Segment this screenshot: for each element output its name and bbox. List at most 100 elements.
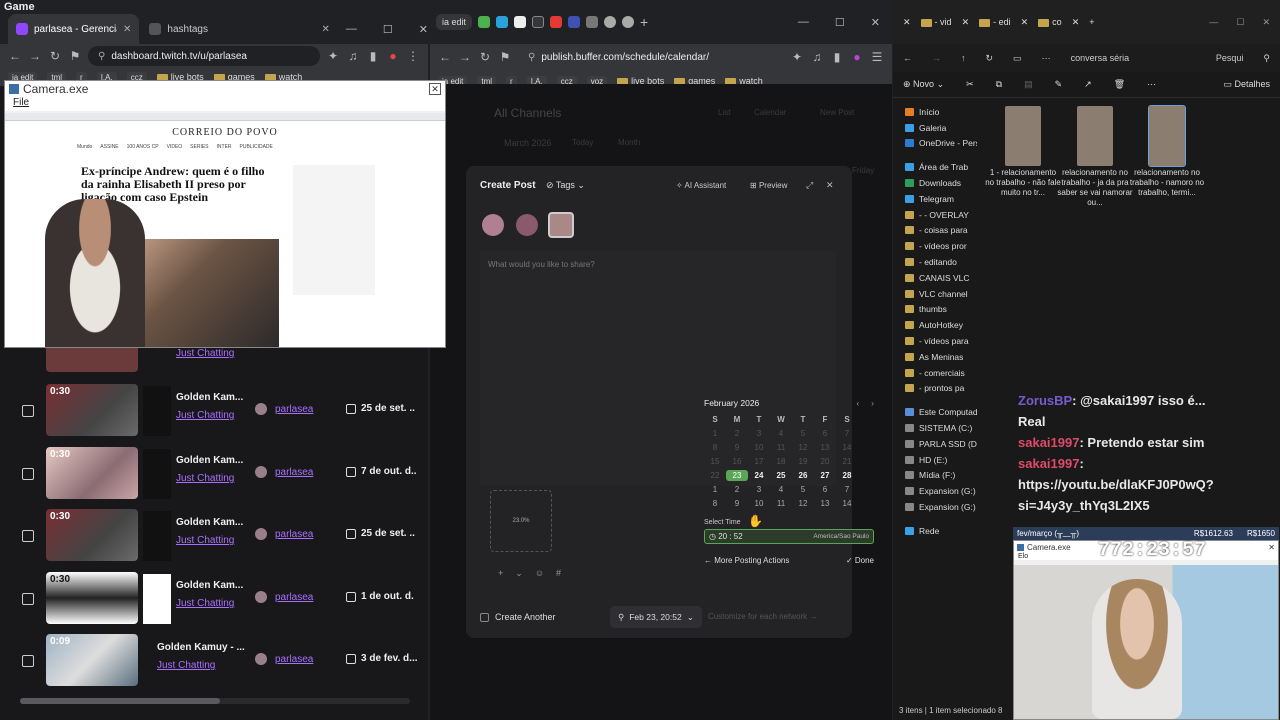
sidebar-item[interactable]: Rede xyxy=(905,523,977,539)
calendar-day[interactable]: 13 xyxy=(814,498,836,509)
sidebar-item[interactable]: Downloads xyxy=(905,175,977,191)
sidebar-item[interactable]: As Meninas xyxy=(905,349,977,365)
calendar-day[interactable]: 26 xyxy=(792,470,814,481)
channel-avatar-instagram[interactable] xyxy=(482,214,504,236)
video-user[interactable]: parlasea xyxy=(255,591,313,603)
video-title[interactable]: Golden Kam... xyxy=(176,580,243,591)
tab-favicon[interactable] xyxy=(514,16,527,28)
add-icon[interactable]: + xyxy=(498,568,503,579)
video-thumbnail[interactable]: 0:30 xyxy=(46,509,138,561)
tab-hashtags[interactable]: hashtags ✕ xyxy=(141,14,338,44)
calendar-day[interactable]: 7 xyxy=(836,484,858,495)
calendar-day[interactable]: 3 xyxy=(748,484,770,495)
today-button[interactable]: Today xyxy=(572,138,593,147)
video-title[interactable]: Golden Kam... xyxy=(176,455,243,466)
close-icon[interactable]: ✕ xyxy=(1268,543,1275,552)
more-icon[interactable]: ⋯ xyxy=(1147,79,1156,90)
horizontal-scrollbar[interactable] xyxy=(20,698,410,704)
calendar-day[interactable]: 12 xyxy=(792,498,814,509)
close-window-icon[interactable]: ✕ xyxy=(419,23,428,36)
video-thumbnail[interactable]: 0:30 xyxy=(46,447,138,499)
create-another-toggle[interactable]: Create Another xyxy=(480,612,556,622)
back-icon[interactable]: ← xyxy=(903,53,912,63)
sidebar-item[interactable]: Área de Trab xyxy=(905,159,977,175)
sidebar-item[interactable]: - comerciais xyxy=(905,365,977,381)
video-title[interactable]: Golden Kam... xyxy=(176,392,243,403)
music-icon[interactable]: ♫ xyxy=(346,49,360,63)
expand-icon[interactable]: ⤢ xyxy=(806,180,813,191)
copy-icon[interactable]: ⧉ xyxy=(996,79,1002,90)
customize-networks-button[interactable]: Customize for each network → xyxy=(708,612,817,621)
close-icon[interactable]: ✕ xyxy=(962,17,970,28)
refresh-icon[interactable]: ↻ xyxy=(986,53,994,64)
tab-group-ia-edit[interactable]: ia edit xyxy=(436,14,473,30)
tab-favicon[interactable] xyxy=(622,16,635,28)
video-user[interactable]: parlasea xyxy=(255,653,313,665)
maximize-icon[interactable]: ☐ xyxy=(835,16,845,29)
close-icon[interactable]: ✕ xyxy=(123,24,131,35)
tab-parlasea-dashboard[interactable]: parlasea - Gerenciador de c ✕ xyxy=(8,14,140,44)
video-category-link[interactable]: Just Chatting xyxy=(176,410,234,421)
close-icon[interactable]: ✕ xyxy=(1072,17,1080,28)
reload-icon[interactable]: ↻ xyxy=(478,50,492,64)
close-icon[interactable]: ✕ xyxy=(1021,17,1029,28)
tags-button[interactable]: ⊘ Tags ⌄ xyxy=(546,180,585,191)
video-thumbnail[interactable]: 0:30 xyxy=(46,572,138,624)
sidebar-item[interactable]: VLC channel xyxy=(905,286,977,302)
forward-icon[interactable]: → xyxy=(458,50,472,64)
file-name[interactable]: relacionamento no trabalho - ja da pra s… xyxy=(1057,168,1133,208)
calendar-day[interactable]: 10 xyxy=(748,498,770,509)
sidepanel-icon[interactable]: ▮ xyxy=(366,49,380,63)
video-thumbnail[interactable]: 0:09 xyxy=(46,634,138,686)
new-button[interactable]: ⊕ Novo ⌄ xyxy=(903,79,944,90)
calendar-day[interactable]: 5 xyxy=(792,484,814,495)
sidebar-item[interactable]: OneDrive - Pers xyxy=(905,136,977,152)
tab-favicon-youtube[interactable] xyxy=(550,16,563,28)
explorer-tab[interactable]: - edi xyxy=(979,17,1011,27)
display-icon[interactable]: ▭ xyxy=(1013,53,1022,64)
list-view-button[interactable]: List xyxy=(718,108,730,117)
create-another-checkbox[interactable] xyxy=(480,612,489,622)
search-input[interactable]: Pesqui xyxy=(1216,53,1244,63)
month-select[interactable]: Month xyxy=(618,138,640,147)
sidebar-item[interactable]: AutoHotkey xyxy=(905,317,977,333)
sidebar-item[interactable]: - vídeos pror xyxy=(905,238,977,254)
file-menu[interactable]: File xyxy=(5,97,445,111)
tab-favicon[interactable] xyxy=(604,16,617,28)
search-icon[interactable]: ⚲ xyxy=(1263,53,1270,64)
sidebar-item[interactable]: - - OVERLAY xyxy=(905,207,977,223)
schedule-chip[interactable]: ⚲ Feb 23, 20:52 ⌄ xyxy=(610,606,702,628)
video-checkbox[interactable] xyxy=(22,405,34,417)
calendar-day[interactable]: 24 xyxy=(748,470,770,481)
back-icon[interactable]: ← xyxy=(8,49,22,63)
close-icon[interactable]: ✕ xyxy=(826,180,834,191)
close-window-icon[interactable]: ✕ xyxy=(871,16,880,29)
maximize-icon[interactable]: ☐ xyxy=(1236,17,1244,28)
channel-avatar-tiktok[interactable] xyxy=(548,212,574,238)
menu-icon[interactable]: ⋮ xyxy=(406,49,420,63)
next-month-icon[interactable]: › xyxy=(871,398,874,408)
details-button[interactable]: ▭ Detalhes xyxy=(1223,79,1270,90)
calendar-day[interactable]: 8 xyxy=(704,498,726,509)
video-checkbox[interactable] xyxy=(22,655,34,667)
forward-icon[interactable]: → xyxy=(932,53,941,63)
back-icon[interactable]: ← xyxy=(438,50,452,64)
tab-favicon[interactable] xyxy=(586,16,599,28)
forward-icon[interactable]: → xyxy=(28,49,42,63)
minimize-icon[interactable]: — xyxy=(1209,17,1218,28)
file-name[interactable]: 1 - relacionamento no trabalho - não fal… xyxy=(985,168,1061,198)
minimize-icon[interactable]: — xyxy=(798,16,809,29)
video-category-link[interactable]: Just Chatting xyxy=(176,535,234,546)
explorer-tab-active[interactable]: co xyxy=(1038,17,1062,27)
close-icon[interactable]: ✕ xyxy=(429,83,441,95)
time-input[interactable]: ◷ 20 : 52 America/Sao Paulo xyxy=(704,529,874,544)
sidebar-item[interactable]: Expansion (G:) xyxy=(905,499,977,515)
file-thumbnail[interactable] xyxy=(1005,106,1041,166)
calendar-day[interactable]: 11 xyxy=(770,498,792,509)
cut-icon[interactable]: ✂ xyxy=(966,79,974,90)
sidebar-item[interactable]: - prontos pa xyxy=(905,381,977,397)
sidebar-item[interactable]: CANAIS VLC xyxy=(905,270,977,286)
video-checkbox[interactable] xyxy=(22,530,34,542)
address-bar[interactable]: ⚲ dashboard.twitch.tv/u/parlasea xyxy=(88,46,320,66)
delete-icon[interactable]: 🗑 xyxy=(1114,79,1125,90)
